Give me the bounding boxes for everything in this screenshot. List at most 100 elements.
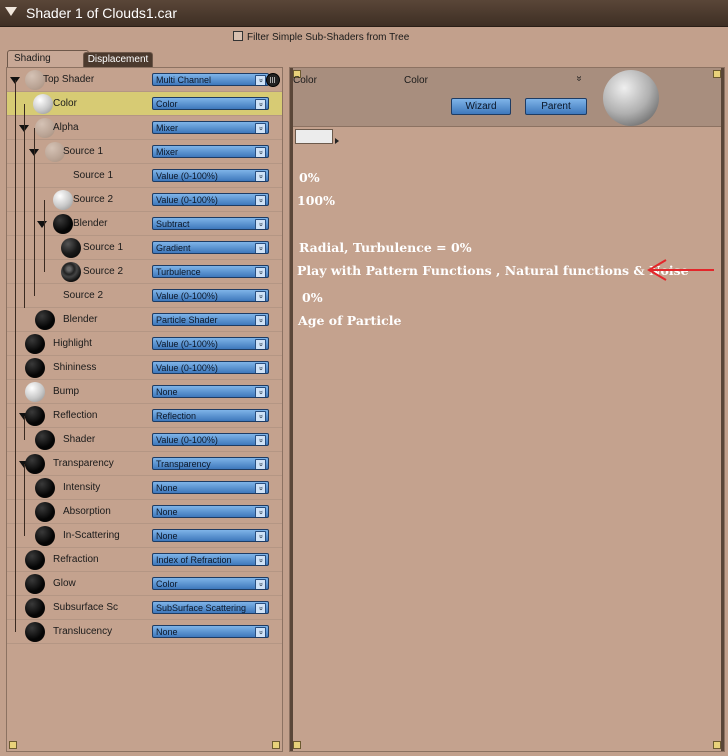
- chevron-down-icon[interactable]: »: [255, 387, 266, 397]
- tab-displacement[interactable]: Displacement: [83, 52, 153, 67]
- black-sphere-icon: [35, 526, 55, 546]
- tree-node[interactable]: Intensity None »: [7, 476, 282, 500]
- chevron-down-icon[interactable]: »: [255, 123, 266, 133]
- chevron-down-icon[interactable]: »: [255, 507, 266, 517]
- chevron-down-icon[interactable]: »: [255, 363, 266, 373]
- tree-node[interactable]: Absorption None »: [7, 500, 282, 524]
- tree-node[interactable]: Reflection Reflection »: [7, 404, 282, 428]
- chevron-down-icon[interactable]: »: [255, 603, 266, 613]
- tree-node[interactable]: Shader Value (0-100%) »: [7, 428, 282, 452]
- shader-type-dropdown[interactable]: Subtract »: [152, 217, 269, 230]
- chevron-down-icon[interactable]: »: [255, 195, 266, 205]
- expand-triangle-icon[interactable]: [37, 221, 47, 228]
- tree-node[interactable]: Highlight Value (0-100%) »: [7, 332, 282, 356]
- tree-node[interactable]: In-Scattering None »: [7, 524, 282, 548]
- shader-type-dropdown[interactable]: Mixer »: [152, 121, 269, 134]
- shader-type-dropdown[interactable]: Mixer »: [152, 145, 269, 158]
- shader-type-dropdown[interactable]: Reflection »: [152, 409, 269, 422]
- chevron-down-icon[interactable]: »: [255, 579, 266, 589]
- trash-icon[interactable]: [266, 73, 280, 87]
- tree-node[interactable]: Bump None »: [7, 380, 282, 404]
- shader-type-dropdown[interactable]: Color »: [152, 97, 269, 110]
- scrollbar-left[interactable]: [290, 68, 293, 751]
- tab-shading[interactable]: Shading: [7, 50, 89, 67]
- chevron-down-icon[interactable]: »: [255, 315, 266, 325]
- swatch-arrow-icon[interactable]: [335, 138, 339, 144]
- filter-checkbox[interactable]: [233, 31, 243, 41]
- chevron-down-icon[interactable]: »: [255, 243, 266, 253]
- shader-type-dropdown[interactable]: Transparency »: [152, 457, 269, 470]
- dropdown-value: Index of Refraction: [156, 555, 232, 565]
- chevron-down-icon[interactable]: »: [255, 219, 266, 229]
- shader-type-dropdown[interactable]: Color »: [152, 577, 269, 590]
- shader-type-dropdown[interactable]: Value (0-100%) »: [152, 193, 269, 206]
- tree-node[interactable]: Alpha Mixer »: [7, 116, 282, 140]
- scroll-handle[interactable]: [272, 741, 280, 749]
- chevron-down-icon[interactable]: »: [255, 99, 266, 109]
- wizard-button[interactable]: Wizard: [451, 98, 511, 115]
- chevron-down-icon[interactable]: »: [255, 339, 266, 349]
- parent-button[interactable]: Parent: [525, 98, 587, 115]
- chevron-down-icon[interactable]: »: [255, 555, 266, 565]
- tree-node[interactable]: Blender Particle Shader »: [7, 308, 282, 332]
- shader-type-dropdown[interactable]: Particle Shader »: [152, 313, 269, 326]
- chevron-down-icon[interactable]: »: [255, 291, 266, 301]
- window-menu-icon[interactable]: [5, 7, 17, 16]
- color-swatch[interactable]: [295, 129, 333, 144]
- shader-type-dropdown[interactable]: Multi Channel »: [152, 73, 269, 86]
- shader-type-dropdown[interactable]: None »: [152, 481, 269, 494]
- tree-node[interactable]: Translucency None »: [7, 620, 282, 644]
- chevron-down-icon[interactable]: »: [255, 435, 266, 445]
- shader-type-dropdown[interactable]: Value (0-100%) »: [152, 361, 269, 374]
- tree-node[interactable]: Source 1 Value (0-100%) »: [7, 164, 282, 188]
- chevron-down-icon[interactable]: »: [255, 483, 266, 493]
- scrollbar-right[interactable]: [721, 68, 724, 751]
- tree-node[interactable]: Source 2 Value (0-100%) »: [7, 188, 282, 212]
- chevron-down-icon[interactable]: »: [255, 627, 266, 637]
- white-sphere-icon: [33, 94, 53, 114]
- chevron-down-icon[interactable]: »: [255, 171, 266, 181]
- chevron-down-icon[interactable]: »: [573, 76, 584, 82]
- chevron-down-icon[interactable]: »: [255, 147, 266, 157]
- shader-type-dropdown[interactable]: Gradient »: [152, 241, 269, 254]
- note-text: Age of Particle: [298, 313, 402, 328]
- chevron-down-icon[interactable]: »: [255, 75, 266, 85]
- tree-node[interactable]: Refraction Index of Refraction »: [7, 548, 282, 572]
- scroll-handle[interactable]: [713, 70, 721, 78]
- dropdown-value: Mixer: [156, 123, 178, 133]
- shader-type-dropdown[interactable]: Turbulence »: [152, 265, 269, 278]
- tree-node[interactable]: Blender Subtract »: [7, 212, 282, 236]
- shader-type-dropdown[interactable]: None »: [152, 529, 269, 542]
- shader-type-dropdown[interactable]: None »: [152, 505, 269, 518]
- scroll-handle[interactable]: [293, 741, 301, 749]
- shader-type-dropdown[interactable]: Value (0-100%) »: [152, 289, 269, 302]
- shader-type-dropdown[interactable]: Value (0-100%) »: [152, 169, 269, 182]
- filter-label: Filter Simple Sub-Shaders from Tree: [247, 32, 410, 43]
- scroll-handle[interactable]: [713, 741, 721, 749]
- shader-type-dropdown[interactable]: SubSurface Scattering »: [152, 601, 269, 614]
- tree-node-label: Shader: [63, 434, 96, 445]
- tree-node[interactable]: Source 1 Gradient »: [7, 236, 282, 260]
- tree-node[interactable]: Top Shader Multi Channel »: [7, 68, 282, 92]
- chevron-down-icon[interactable]: »: [255, 531, 266, 541]
- dropdown-value: Value (0-100%): [156, 291, 218, 301]
- shader-type-dropdown[interactable]: Value (0-100%) »: [152, 337, 269, 350]
- scroll-handle[interactable]: [9, 741, 17, 749]
- tree-node[interactable]: Subsurface Sc SubSurface Scattering »: [7, 596, 282, 620]
- shader-type-dropdown[interactable]: Index of Refraction »: [152, 553, 269, 566]
- filter-option[interactable]: Filter Simple Sub-Shaders from Tree: [233, 31, 409, 43]
- shader-type-dropdown[interactable]: None »: [152, 385, 269, 398]
- tree-node[interactable]: Transparency Transparency »: [7, 452, 282, 476]
- tree-node[interactable]: Shininess Value (0-100%) »: [7, 356, 282, 380]
- tree-node[interactable]: Color Color »: [7, 92, 282, 116]
- tree-node[interactable]: Source 2 Turbulence »: [7, 260, 282, 284]
- chevron-down-icon[interactable]: »: [255, 267, 266, 277]
- chevron-down-icon[interactable]: »: [255, 411, 266, 421]
- tree-node[interactable]: Glow Color »: [7, 572, 282, 596]
- chevron-down-icon[interactable]: »: [255, 459, 266, 469]
- tree-node[interactable]: Source 2 Value (0-100%) »: [7, 284, 282, 308]
- tree-node[interactable]: Source 1 Mixer »: [7, 140, 282, 164]
- shader-type-dropdown[interactable]: None »: [152, 625, 269, 638]
- light-sphere-icon: [35, 118, 55, 138]
- shader-type-dropdown[interactable]: Value (0-100%) »: [152, 433, 269, 446]
